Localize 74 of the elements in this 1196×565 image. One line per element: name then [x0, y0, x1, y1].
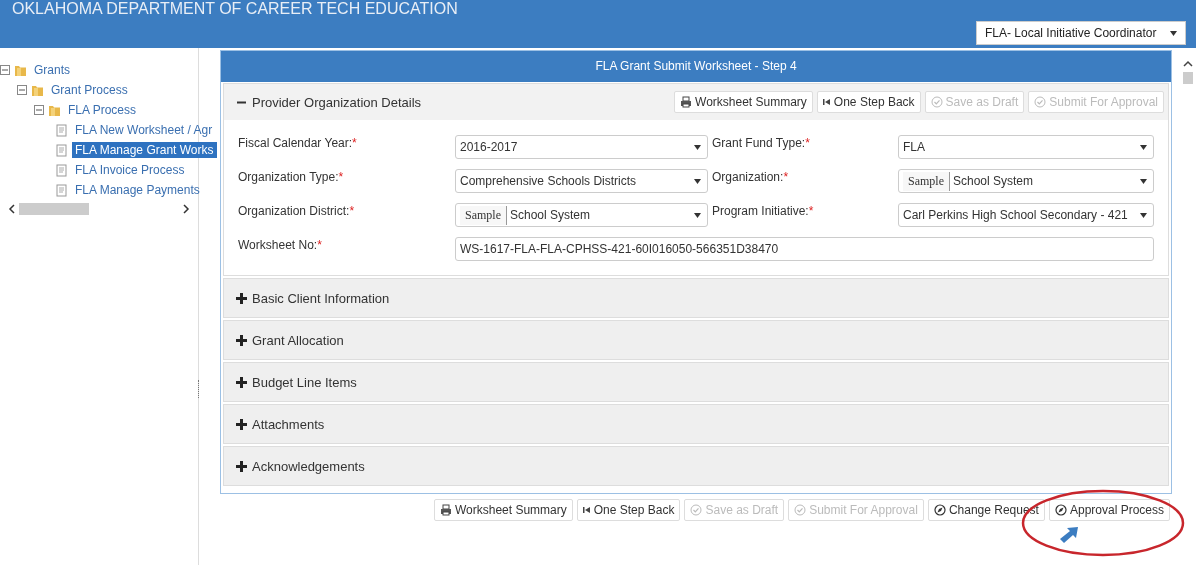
check-circle-icon — [1034, 96, 1047, 108]
check-circle-icon — [794, 504, 807, 516]
section-title[interactable]: Acknowledgements — [252, 458, 365, 474]
plus-icon[interactable] — [236, 460, 247, 472]
pointer-arrow-icon — [1058, 526, 1079, 544]
document-icon — [55, 123, 68, 137]
field-label: Organization Type:* — [238, 169, 345, 184]
select-field[interactable]: Carl Perkins High School Secondary - 421 — [898, 203, 1154, 227]
section-title[interactable]: Budget Line Items — [252, 374, 357, 390]
section-title[interactable]: Grant Allocation — [252, 332, 344, 348]
plus-icon[interactable] — [236, 376, 247, 388]
section-title[interactable]: Attachments — [252, 416, 325, 432]
folder-icon — [48, 103, 61, 117]
select-field[interactable]: Comprehensive Schools Districts — [455, 169, 708, 193]
dropdown-caret-icon — [694, 144, 701, 150]
footer-button[interactable]: Approval Process — [1048, 499, 1170, 521]
plus-icon[interactable] — [236, 292, 247, 304]
printer-icon — [439, 504, 452, 516]
scrollbar-thumb[interactable] — [1183, 72, 1193, 84]
dropdown-caret-icon — [1140, 144, 1147, 150]
printer-icon — [680, 96, 693, 108]
text-field[interactable]: WS-1617-FLA-FLA-CPHSS-421-60I016050-566351D38470 — [455, 237, 1154, 261]
compass-icon — [1054, 504, 1067, 516]
plus-icon[interactable] — [236, 334, 247, 346]
panel-title: FLA Grant Submit Worksheet - Step 4 — [221, 51, 1171, 82]
select-field[interactable]: Sample School System — [898, 169, 1154, 193]
tree-item[interactable]: Grants — [31, 62, 73, 78]
toolbar-button[interactable]: Worksheet Summary — [674, 91, 813, 113]
check-circle-icon — [690, 504, 703, 516]
dropdown-caret-icon — [1140, 212, 1147, 218]
dropdown-caret-icon — [1140, 178, 1147, 184]
tree-item[interactable]: FLA New Worksheet / Agr — [72, 122, 216, 138]
collapse-icon[interactable] — [17, 85, 27, 95]
field-label: Organization District:* — [238, 203, 356, 218]
check-circle-icon — [930, 96, 943, 108]
site-title: OKLAHOMA DEPARTMENT OF CAREER TECH EDUCATION — [11, 1, 458, 17]
collapse-icon[interactable] — [0, 65, 10, 75]
skip-back-icon — [582, 506, 591, 514]
toolbar-button[interactable]: One Step Back — [816, 91, 921, 113]
tree-item[interactable]: FLA Manage Grant Works — [72, 142, 217, 158]
role-select[interactable]: FLA- Local Initiative Coordinator — [976, 21, 1186, 45]
tree-item[interactable]: FLA Manage Payments — [72, 182, 203, 198]
select-field[interactable]: Sample School System — [455, 203, 708, 227]
folder-icon — [14, 63, 27, 77]
scrollbar-thumb[interactable] — [19, 203, 89, 215]
field-label: Fiscal Calendar Year:* — [238, 135, 358, 150]
field-label: Organization:* — [712, 169, 790, 184]
field-label: Grant Fund Type:* — [712, 135, 811, 150]
splitter-handle[interactable] — [198, 380, 201, 398]
section-title[interactable]: Provider Organization Details — [252, 94, 422, 110]
document-icon — [55, 163, 68, 177]
tree-item[interactable]: FLA Invoice Process — [72, 162, 188, 178]
dropdown-caret-icon — [694, 178, 701, 184]
folder-icon — [31, 83, 44, 97]
select-field[interactable]: 2016-2017 — [455, 135, 708, 159]
scroll-left-icon[interactable] — [8, 204, 15, 214]
select-field[interactable]: FLA — [898, 135, 1154, 159]
footer-button[interactable]: One Step Back — [576, 499, 681, 521]
document-icon — [55, 183, 68, 197]
field-label: Program Initiative:* — [712, 203, 815, 218]
section-title[interactable]: Basic Client Information — [252, 290, 390, 306]
scroll-up-icon[interactable] — [1183, 60, 1193, 68]
document-icon — [55, 143, 68, 157]
compass-icon — [933, 504, 946, 516]
tree-item[interactable]: Grant Process — [48, 82, 131, 98]
tree-item[interactable]: FLA Process — [65, 102, 140, 118]
field-label: Worksheet No:* — [238, 237, 323, 252]
skip-back-icon — [822, 98, 831, 106]
footer-button[interactable]: Worksheet Summary — [433, 499, 573, 521]
plus-icon[interactable] — [236, 418, 247, 430]
dropdown-caret-icon — [694, 212, 701, 218]
collapse-icon[interactable] — [34, 105, 44, 115]
scroll-right-icon[interactable] — [183, 204, 190, 214]
dropdown-caret-icon — [1170, 30, 1177, 36]
